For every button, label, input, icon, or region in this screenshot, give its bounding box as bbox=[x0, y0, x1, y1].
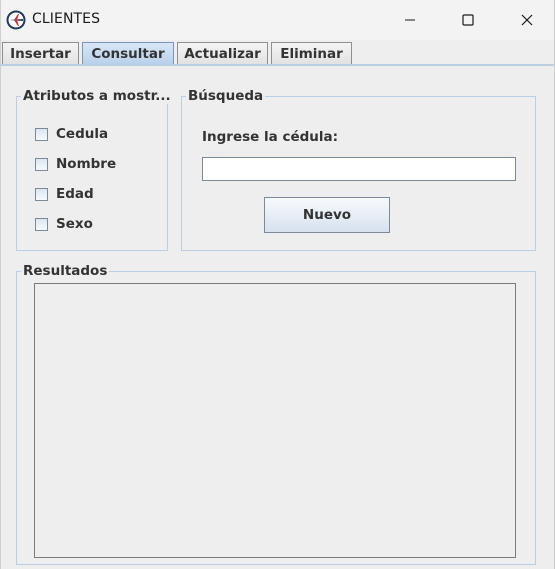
search-panel-title: Búsqueda bbox=[186, 88, 266, 104]
cedula-prompt-label: Ingrese la cédula: bbox=[202, 129, 339, 145]
checkbox-box[interactable] bbox=[35, 217, 48, 231]
tab-insertar[interactable]: Insertar bbox=[2, 42, 79, 64]
checkbox-sexo[interactable]: Sexo bbox=[35, 216, 93, 232]
cedula-search-input[interactable] bbox=[202, 157, 516, 181]
title-bar[interactable]: CLIENTES bbox=[1, 0, 554, 40]
nuevo-button[interactable]: Nuevo bbox=[264, 197, 390, 233]
maximize-icon bbox=[462, 14, 474, 26]
tab-eliminar[interactable]: Eliminar bbox=[271, 42, 352, 64]
minimize-icon bbox=[405, 19, 415, 21]
checkbox-nombre[interactable]: Nombre bbox=[35, 156, 116, 172]
attributes-panel: Atributos a mostr... Cedula Nombre Edad … bbox=[16, 88, 173, 251]
tab-actualizar[interactable]: Actualizar bbox=[177, 42, 268, 64]
checkbox-cedula[interactable]: Cedula bbox=[35, 126, 108, 142]
checkbox-box[interactable] bbox=[35, 127, 48, 141]
maximize-button[interactable] bbox=[445, 0, 491, 40]
checkbox-box[interactable] bbox=[35, 187, 48, 201]
checkbox-edad[interactable]: Edad bbox=[35, 186, 94, 202]
window-title: CLIENTES bbox=[32, 11, 101, 27]
search-panel: Búsqueda Ingrese la cédula: Nuevo bbox=[181, 88, 536, 251]
app-plane-icon bbox=[6, 10, 26, 30]
results-area[interactable] bbox=[34, 283, 516, 558]
close-button[interactable] bbox=[504, 0, 550, 40]
clientes-window: CLIENTES Insertar Consultar Actualizar E… bbox=[0, 0, 555, 569]
results-panel-title: Resultados bbox=[21, 263, 110, 279]
checkbox-box[interactable] bbox=[35, 157, 48, 171]
checkbox-label[interactable]: Nombre bbox=[56, 156, 116, 172]
minimize-button[interactable] bbox=[387, 0, 433, 40]
checkbox-label[interactable]: Edad bbox=[56, 186, 94, 202]
checkbox-label[interactable]: Cedula bbox=[56, 126, 108, 142]
tab-consultar[interactable]: Consultar bbox=[82, 42, 174, 64]
attributes-panel-title: Atributos a mostr... bbox=[21, 88, 173, 104]
tab-underline bbox=[1, 64, 554, 66]
results-panel: Resultados bbox=[16, 263, 536, 565]
close-icon bbox=[521, 14, 533, 26]
checkbox-label[interactable]: Sexo bbox=[56, 216, 93, 232]
